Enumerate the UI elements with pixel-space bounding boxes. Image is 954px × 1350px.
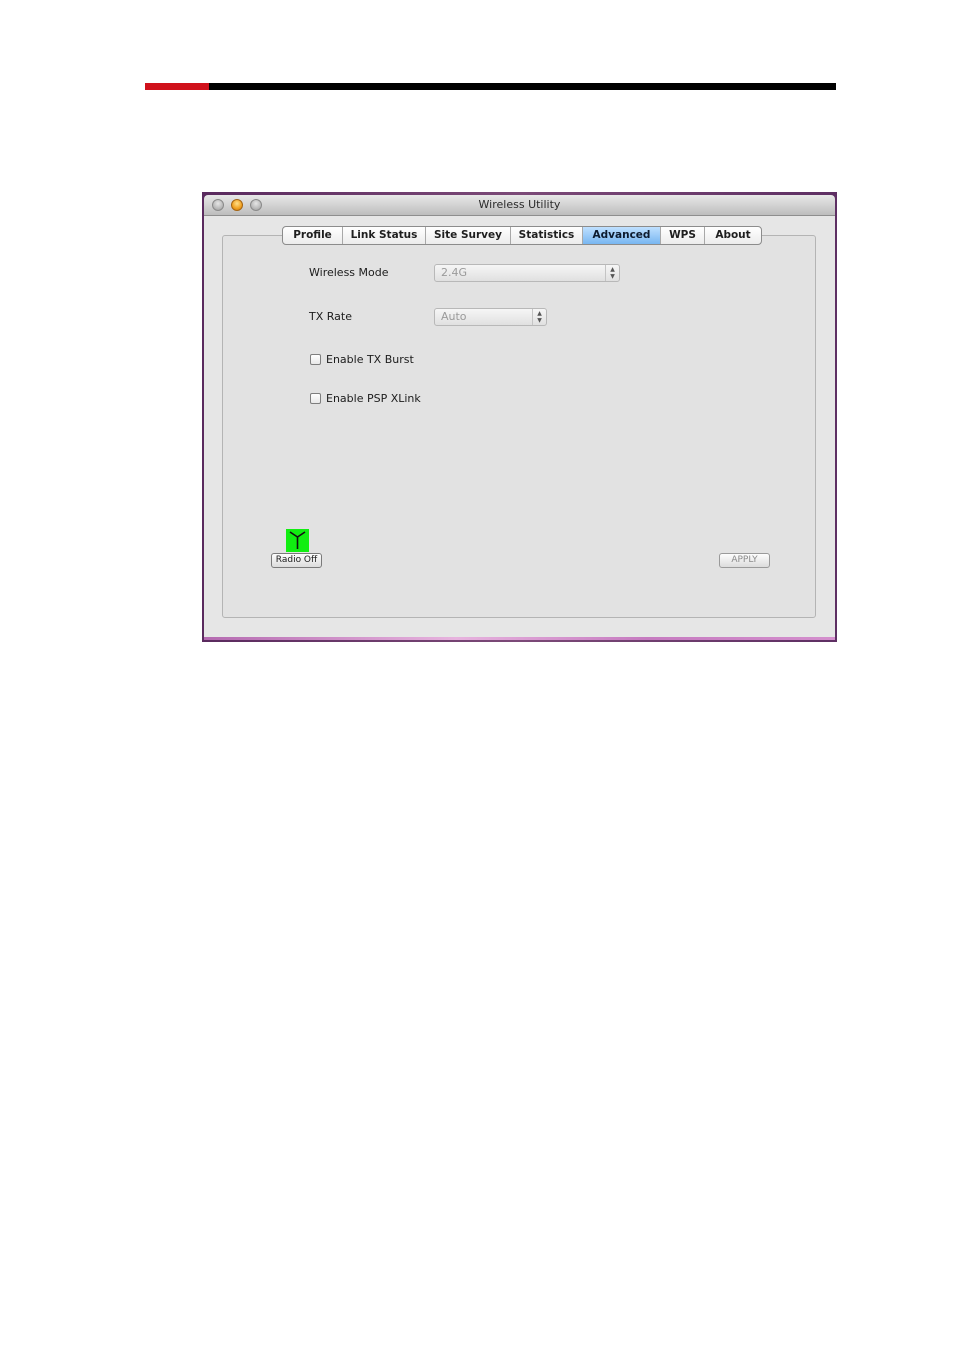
- tx-rate-label: TX Rate: [309, 310, 352, 323]
- tx-burst-checkbox[interactable]: [310, 354, 321, 365]
- header-rule-black: [209, 83, 836, 90]
- tab-profile[interactable]: Profile: [283, 227, 343, 244]
- psp-xlink-option[interactable]: Enable PSP XLink: [310, 392, 421, 405]
- tab-site-survey[interactable]: Site Survey: [426, 227, 511, 244]
- apply-button[interactable]: APPLY: [719, 553, 770, 568]
- up-down-arrows-icon: ▲ ▼: [605, 265, 619, 281]
- radio-off-button[interactable]: Radio Off: [271, 553, 322, 568]
- wireless-mode-value: 2.4G: [441, 266, 468, 279]
- psp-xlink-label: Enable PSP XLink: [326, 392, 421, 405]
- header-rule-red: [145, 83, 209, 90]
- wireless-mode-select[interactable]: 2.4G ▲ ▼: [434, 264, 620, 282]
- tx-rate-select[interactable]: Auto ▲ ▼: [434, 308, 547, 326]
- antenna-icon: [286, 529, 309, 552]
- psp-xlink-checkbox[interactable]: [310, 393, 321, 404]
- wireless-mode-label: Wireless Mode: [309, 266, 389, 279]
- window-content: Profile Link Status Site Survey Statisti…: [204, 216, 835, 637]
- tab-advanced[interactable]: Advanced: [583, 227, 661, 244]
- tab-wps[interactable]: WPS: [661, 227, 705, 244]
- wireless-utility-window: Wireless Utility Profile Link Status Sit…: [202, 192, 837, 642]
- tab-about[interactable]: About: [705, 227, 761, 244]
- tab-bar: Profile Link Status Site Survey Statisti…: [282, 226, 762, 245]
- window-title: Wireless Utility: [478, 198, 561, 211]
- tx-burst-label: Enable TX Burst: [326, 353, 414, 366]
- tx-rate-value: Auto: [441, 310, 467, 323]
- up-down-arrows-icon: ▲ ▼: [532, 309, 546, 325]
- tx-burst-option[interactable]: Enable TX Burst: [310, 353, 414, 366]
- title-bar[interactable]: Wireless Utility: [204, 195, 835, 216]
- window-bottom-edge: [204, 637, 835, 640]
- tab-statistics[interactable]: Statistics: [511, 227, 583, 244]
- tab-link-status[interactable]: Link Status: [343, 227, 426, 244]
